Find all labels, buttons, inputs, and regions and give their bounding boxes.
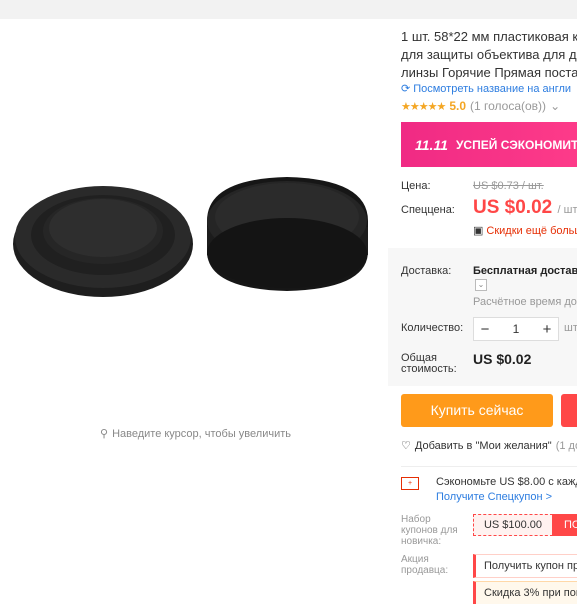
zoom-hint: ⚲ Наведите курсор, чтобы увеличить xyxy=(100,427,291,441)
label-line: Набор xyxy=(401,514,431,525)
star-rating-icon: ★★★★★ xyxy=(401,100,446,113)
translate-icon: ⟳ xyxy=(401,83,411,95)
quantity-plus-button[interactable]: + xyxy=(536,321,558,338)
get-special-coupon-link[interactable]: Получите Спецкупон > xyxy=(436,491,552,503)
quantity-input[interactable]: 1 xyxy=(496,322,536,336)
label-line: новичка: xyxy=(401,536,442,547)
price-label: Цена: xyxy=(401,180,431,192)
translate-link-text: Посмотреть название на англи xyxy=(413,82,572,95)
title-line: для защиты объектива для де xyxy=(401,47,577,62)
product-gallery[interactable]: ⚲ Наведите курсор, чтобы увеличить xyxy=(0,19,388,604)
rating-votes: (1 голоса(ов)) xyxy=(470,99,547,113)
shipping-dropdown-icon[interactable]: ⌄ xyxy=(475,279,487,291)
magnifier-icon: ⚲ xyxy=(100,428,109,440)
more-discounts-text: Скидки ещё больше xyxy=(486,224,577,237)
discount-chip[interactable]: Скидка 3% при пок xyxy=(473,581,577,604)
add-to-cart-button[interactable] xyxy=(561,394,577,427)
promo-banner[interactable]: 11.11 УСПЕЙ СЭКОНОМИТ xyxy=(401,122,577,167)
label-line: Акция xyxy=(401,554,429,565)
newbie-coupon-get-button[interactable]: ПО xyxy=(552,514,577,536)
newbie-coupons-label: Набор купонов для новичка: xyxy=(401,514,458,547)
sale-price: US $0.02 / шт. xyxy=(473,197,577,219)
shipping-label: Доставка: xyxy=(401,265,452,277)
quantity-unit: шт xyxy=(564,322,577,334)
old-price: US $0.73 / шт. xyxy=(473,180,544,192)
sale-price-value: US $0.02 xyxy=(473,197,553,218)
seller-promo-label: Акция продавца: xyxy=(401,554,448,576)
label-line: продавца: xyxy=(401,565,449,576)
more-discounts-link[interactable]: ▣ Скидки ещё больше xyxy=(473,224,577,238)
quantity-minus-button[interactable]: − xyxy=(474,321,496,338)
sale-price-label: Спеццена: xyxy=(401,204,455,216)
title-line: 1 шт. 58*22 мм пластиковая к xyxy=(401,29,577,44)
rating[interactable]: ★★★★★ 5.0 (1 голоса(ов)) ⌄ xyxy=(401,99,560,113)
buy-now-button[interactable]: Купить сейчас xyxy=(401,394,553,427)
translate-link[interactable]: ⟳ Посмотреть название на англи xyxy=(401,82,572,96)
label-line: купонов для xyxy=(401,525,458,536)
product-image xyxy=(13,177,368,297)
chevron-down-icon: ⌄ xyxy=(550,99,561,113)
quantity-label: Количество: xyxy=(401,322,464,334)
divider xyxy=(401,466,577,467)
qr-code-icon: ▣ xyxy=(473,225,484,237)
coupon-save-text: Сэкономьте US $8.00 с кажды xyxy=(436,476,577,488)
heart-icon: ♡ xyxy=(401,440,411,452)
banner-text: УСПЕЙ СЭКОНОМИТ xyxy=(455,137,577,152)
product-info-panel: 1 шт. 58*22 мм пластиковая к для защиты … xyxy=(388,19,577,604)
wishlist-count: (1 до xyxy=(555,439,577,452)
shipping-eta: Расчётное время дост xyxy=(473,296,577,308)
total-price: US $0.02 xyxy=(473,351,532,367)
shipping-title: Бесплатная доставка xyxy=(473,265,577,277)
per-unit: / шт. xyxy=(557,204,577,216)
add-to-wishlist-link[interactable]: ♡ Добавить в "Мои желания" (1 до xyxy=(401,439,577,453)
rating-score: 5.0 xyxy=(449,99,466,113)
total-label: Общая стоимость: xyxy=(401,353,457,375)
wishlist-text: Добавить в "Мои желания" xyxy=(414,439,552,452)
product-title: 1 шт. 58*22 мм пластиковая к для защиты … xyxy=(401,28,577,82)
banner-tag: 11.11 xyxy=(415,136,448,153)
total-label-line: стоимость: xyxy=(401,363,457,375)
title-line: линзы Горячие Прямая поста xyxy=(401,65,577,80)
top-bar xyxy=(0,0,577,19)
newbie-coupon-value: US $100.00 xyxy=(473,514,553,536)
quantity-stepper: − 1 + xyxy=(473,317,559,341)
zoom-hint-text: Наведите курсор, чтобы увеличить xyxy=(112,427,291,440)
coupon-icon: + xyxy=(401,477,419,490)
seller-coupon-button[interactable]: Получить купон пр xyxy=(473,554,577,578)
